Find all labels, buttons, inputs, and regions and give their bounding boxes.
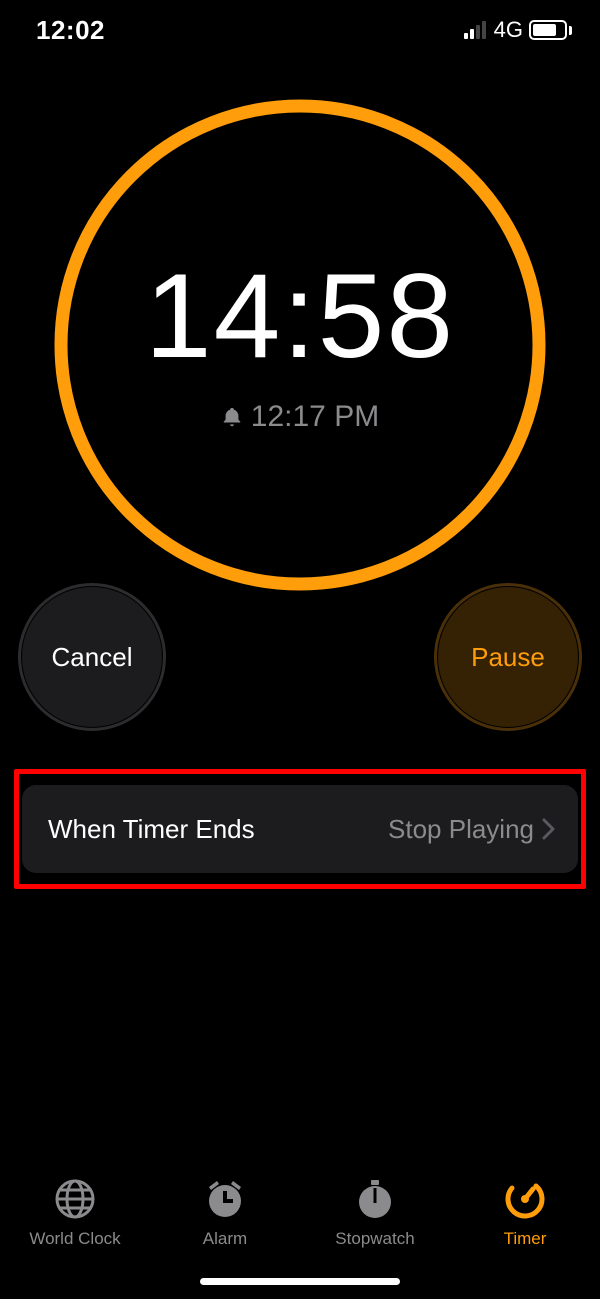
chevron-right-icon xyxy=(542,818,556,840)
clock-timer-screen: 12:02 4G 14:58 12:17 xyxy=(0,0,600,1299)
when-timer-ends-row[interactable]: When Timer Ends Stop Playing xyxy=(22,785,578,873)
tab-alarm[interactable]: Alarm xyxy=(150,1177,300,1249)
tab-label: Alarm xyxy=(203,1229,247,1249)
tab-label: Timer xyxy=(504,1229,547,1249)
when-timer-ends-label: When Timer Ends xyxy=(48,814,255,845)
timer-progress: 14:58 12:17 PM xyxy=(53,98,547,592)
cellular-signal-icon xyxy=(464,21,486,39)
stopwatch-icon xyxy=(353,1177,397,1221)
tab-label: World Clock xyxy=(29,1229,120,1249)
timer-end-time-row: 12:17 PM xyxy=(221,400,379,434)
battery-icon xyxy=(529,20,572,40)
status-indicators: 4G xyxy=(464,17,572,43)
time-remaining: 14:58 xyxy=(145,256,455,376)
tab-timer[interactable]: Timer xyxy=(450,1177,600,1249)
status-time: 12:02 xyxy=(36,15,105,46)
tab-label: Stopwatch xyxy=(335,1229,414,1249)
when-timer-ends-value: Stop Playing xyxy=(388,814,534,845)
network-type-label: 4G xyxy=(494,17,523,43)
timer-controls: Cancel Pause xyxy=(0,587,600,747)
bell-icon xyxy=(221,406,243,428)
timer-end-time: 12:17 PM xyxy=(251,400,379,434)
alarm-clock-icon xyxy=(203,1177,247,1221)
status-bar: 12:02 4G xyxy=(0,0,600,60)
cancel-button[interactable]: Cancel xyxy=(22,587,162,727)
tab-world-clock[interactable]: World Clock xyxy=(0,1177,150,1249)
tab-stopwatch[interactable]: Stopwatch xyxy=(300,1177,450,1249)
home-indicator[interactable] xyxy=(200,1278,400,1285)
timer-icon xyxy=(503,1177,547,1221)
pause-button[interactable]: Pause xyxy=(438,587,578,727)
globe-icon xyxy=(53,1177,97,1221)
